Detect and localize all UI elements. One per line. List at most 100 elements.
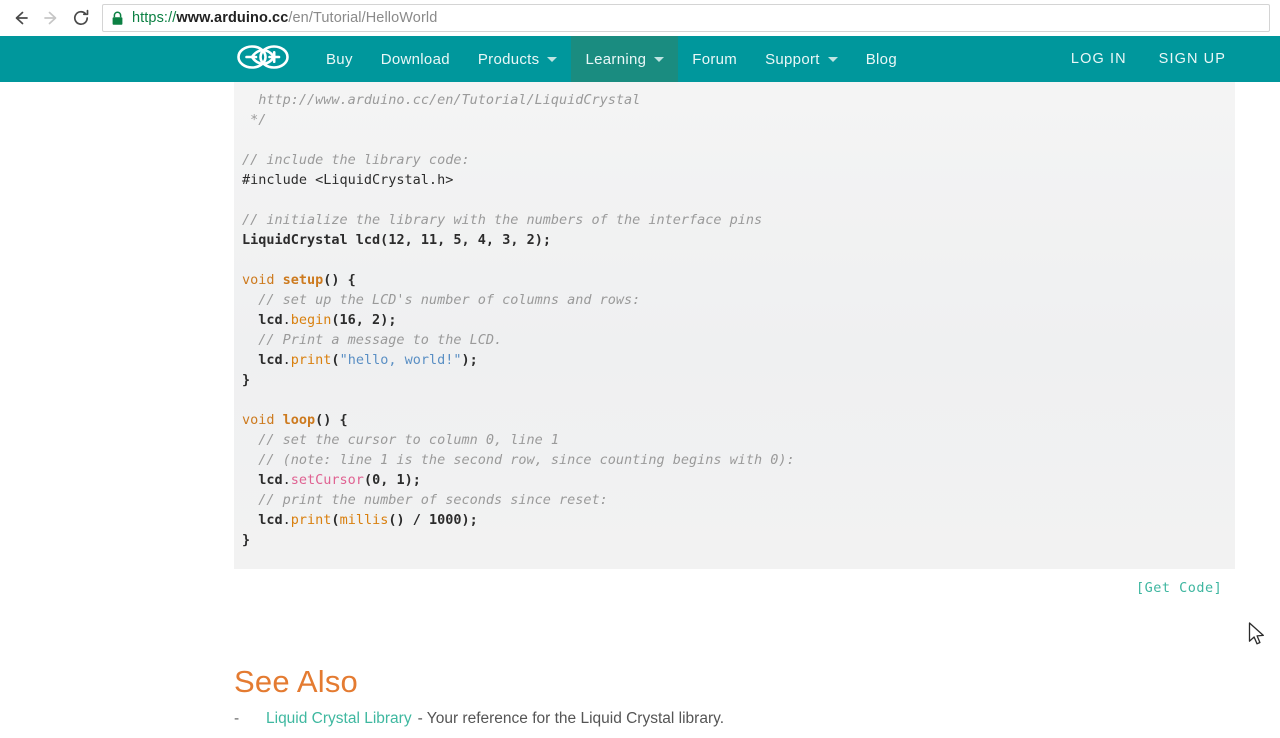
code-token: "hello, world!" [340,352,462,368]
code-token: 4 [478,232,486,248]
code-token: millis [340,512,389,528]
code-token: ( [331,352,339,368]
chevron-down-icon [654,57,664,62]
list-bullet: - [234,708,266,730]
nav-item-blog[interactable]: Blog [852,36,911,82]
arduino-logo-link[interactable] [236,36,312,82]
code-token: () { [315,412,348,428]
arrow-right-icon [41,8,61,28]
chevron-down-icon [828,57,838,62]
nav-item-label: Buy [326,51,353,68]
log-in-button[interactable]: LOG IN [1055,36,1143,82]
nav-auth-group: LOG IN SIGN UP [1055,36,1280,82]
code-token [275,272,283,288]
back-button[interactable] [6,3,36,33]
get-code-link[interactable]: [Get Code] [1136,580,1222,596]
code-token: // (note: line 1 is the second row, sinc… [242,452,795,468]
code-token: #include <LiquidCrystal.h> [242,172,453,188]
code-token: (0, 1); [364,472,421,488]
get-code-label: [Get Code] [1136,580,1222,596]
code-token: // set the cursor to column 0, line 1 [242,432,559,448]
code-token: loop [283,412,316,428]
address-bar-url: https://www.arduino.cc/en/Tutorial/Hello… [132,10,437,26]
code-token: ( [331,512,339,528]
nav-item-download[interactable]: Download [367,36,464,82]
reload-icon [71,8,91,28]
code-token: lcd( [348,232,389,248]
page-content: http://www.arduino.cc/en/Tutorial/Liquid… [0,82,1280,738]
code-token: void [242,272,275,288]
code-token: . [283,312,291,328]
code-token: 2 [527,232,535,248]
code-token: 11 [421,232,437,248]
nav-item-forum[interactable]: Forum [678,36,751,82]
code-token: LiquidCrystal [242,232,348,248]
nav-links: Buy Download Products Learning Forum Sup… [312,36,911,82]
code-sample-block[interactable]: http://www.arduino.cc/en/Tutorial/Liquid… [234,82,1235,569]
code-token: } [242,372,250,388]
code-token: ); [461,352,477,368]
code-token: lcd [242,352,283,368]
reload-button[interactable] [66,3,96,33]
padlock-icon [111,11,124,26]
code-token: . [283,472,291,488]
code-token [242,92,258,108]
code-token: (16, 2); [331,312,396,328]
address-bar[interactable]: https://www.arduino.cc/en/Tutorial/Hello… [102,4,1270,32]
nav-item-label: Forum [692,51,737,68]
code-token: . [283,352,291,368]
nav-item-label: Products [478,51,540,68]
code-token: setCursor [291,472,364,488]
site-navigation-bar: Buy Download Products Learning Forum Sup… [0,36,1280,82]
code-token: , [405,232,421,248]
log-in-label: LOG IN [1071,51,1127,67]
code-token: setup [283,272,324,288]
code-token: , [462,232,478,248]
code-token: , [437,232,453,248]
nav-item-buy[interactable]: Buy [312,36,367,82]
code-token: // include the library code: [242,152,470,168]
sign-up-button[interactable]: SIGN UP [1143,36,1242,82]
code-token: print [291,512,332,528]
nav-item-label: Download [381,51,450,68]
code-token: lcd [242,472,283,488]
code-token: // set up the LCD's number of columns an… [242,292,640,308]
nav-item-support[interactable]: Support [751,36,852,82]
liquid-crystal-library-link[interactable]: Liquid Crystal Library [266,708,412,730]
list-item-description: - Your reference for the Liquid Crystal … [418,708,724,730]
sign-up-label: SIGN UP [1159,51,1226,67]
code-token: , [510,232,526,248]
code-token: // Print a message to the LCD. [242,332,502,348]
code-token: . [283,512,291,528]
browser-toolbar: https://www.arduino.cc/en/Tutorial/Hello… [0,0,1280,36]
list-item: - Liquid Crystal Library - Your referenc… [234,708,1214,730]
code-token: , [486,232,502,248]
arduino-infinity-logo [236,43,290,76]
arrow-left-icon [11,8,31,28]
see-also-heading: See Also [234,664,358,700]
forward-button[interactable] [36,3,66,33]
code-token: // initialize the library with the numbe… [242,212,762,228]
code-token: () / 1000); [388,512,477,528]
mouse-pointer-icon [1248,622,1266,653]
code-token: 12 [388,232,404,248]
see-also-list: - Liquid Crystal Library - Your referenc… [234,708,1214,730]
nav-item-products[interactable]: Products [464,36,572,82]
code-token: () { [323,272,356,288]
code-token: lcd [242,312,283,328]
code-token: ); [535,232,551,248]
nav-item-label: Blog [866,51,897,68]
nav-item-label: Learning [585,51,646,68]
code-sample-text: http://www.arduino.cc/en/Tutorial/Liquid… [242,90,1235,550]
code-token: begin [291,312,332,328]
url-host: www.arduino.cc [176,10,288,26]
chevron-down-icon [547,57,557,62]
code-token: // print the number of seconds since res… [242,492,608,508]
nav-item-learning[interactable]: Learning [571,36,678,82]
code-token [275,412,283,428]
code-token: lcd [242,512,283,528]
nav-left-spacer [0,36,236,82]
code-token: } [242,532,250,548]
nav-item-label: Support [765,51,820,68]
code-token: */ [242,112,266,128]
